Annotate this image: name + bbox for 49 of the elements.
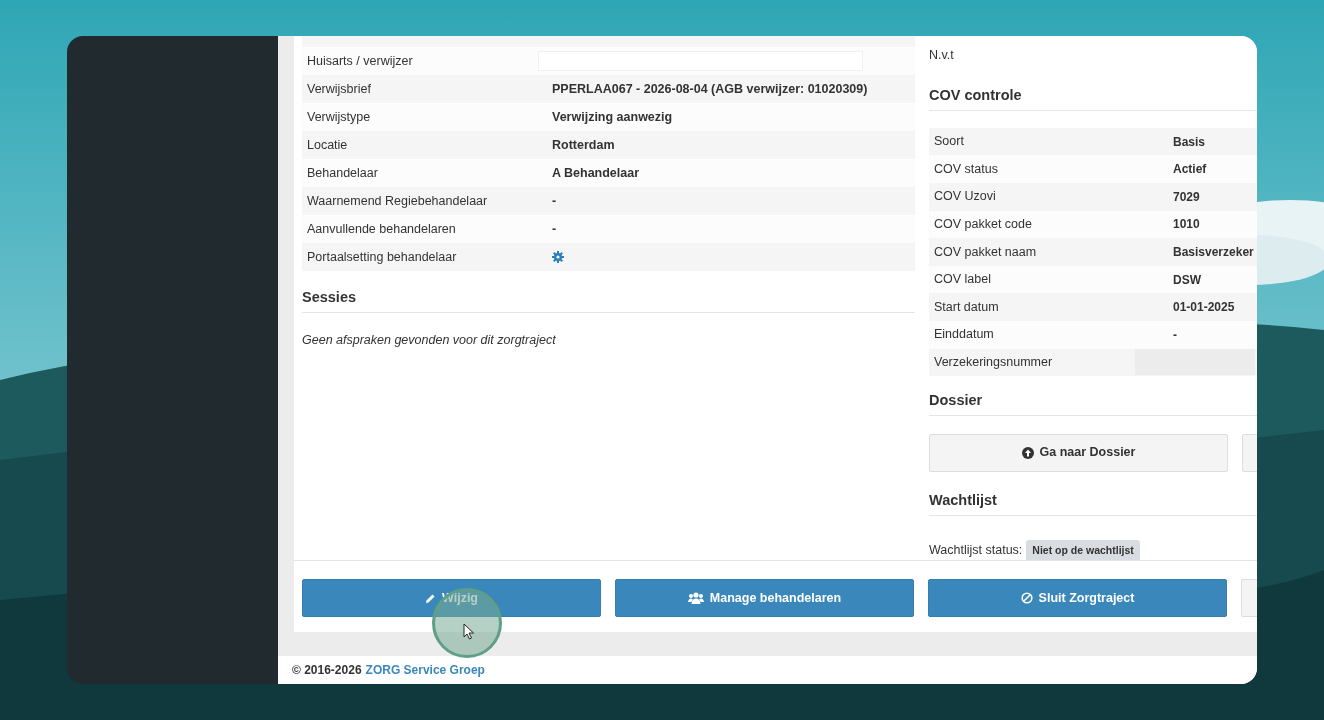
- row-label: Locatie: [306, 136, 349, 154]
- copyright-text: © 2016-2026: [292, 662, 362, 679]
- footer-link[interactable]: ZORG Service Groep: [365, 661, 485, 679]
- row-value: 7029: [1173, 188, 1200, 206]
- row-label: Verwijsbrief: [306, 80, 372, 98]
- empty-message: Geen afspraken gevonden voor dit zorgtraject: [302, 331, 557, 349]
- row-label: COV label: [933, 271, 992, 289]
- ban-icon: [1020, 592, 1033, 604]
- row-value: -: [552, 192, 557, 210]
- row-value: Rotterdam: [552, 136, 615, 154]
- action-button[interactable]: Sluit Zorgtraject: [928, 579, 1227, 617]
- row-value: -: [552, 220, 557, 238]
- row-value: DSW: [1173, 271, 1201, 289]
- section-heading: Wachtlijst: [929, 489, 1257, 516]
- action-button[interactable]: Manage behandelaren: [615, 579, 914, 617]
- row-label: Verwijstype: [306, 108, 372, 126]
- users-icon: [687, 592, 704, 604]
- status-badge: Niet op de wachtlijst: [1026, 539, 1140, 560]
- row-label: COV Uzovi: [933, 188, 997, 206]
- note-text: N.v.t: [929, 48, 954, 62]
- row-value: Actief: [1173, 161, 1207, 179]
- row-label: Start datum: [933, 298, 1000, 316]
- arrow-up-circle-icon: [1021, 446, 1034, 459]
- row-label: Aanvullende behandelaren: [306, 220, 457, 238]
- row-value: 1010: [1173, 216, 1200, 234]
- row-value: Basis: [1173, 133, 1206, 151]
- row-label: Waarnemend Regiebehandelaar: [306, 192, 489, 210]
- status-label: Wachtlijst status:: [929, 542, 1023, 560]
- section-heading: Dossier: [929, 390, 1257, 416]
- row-label: Huisarts / verwijzer: [306, 52, 414, 70]
- row-label: COV pakket naam: [933, 243, 1038, 261]
- row-label: Behandelaar: [306, 164, 379, 182]
- row-value: 01-01-2025: [1173, 299, 1235, 317]
- dossier-button[interactable]: Ga naar Dossier: [929, 433, 1228, 472]
- section-heading: Sessies: [302, 287, 915, 313]
- row-label: COV pakket code: [933, 215, 1033, 233]
- row-label: Soort: [933, 133, 965, 151]
- section-heading: COV controle: [929, 85, 1257, 111]
- row-value: -: [1173, 326, 1177, 344]
- row-value: A Behandelaar: [552, 164, 640, 182]
- pencil-icon: [425, 592, 436, 604]
- row-label: Verzekeringsnummer: [933, 353, 1054, 371]
- row-value: Basisverzeker: [1173, 243, 1254, 261]
- row-label: Portaalsetting behandelaar: [306, 248, 458, 266]
- gear-icon[interactable]: [552, 251, 564, 263]
- row-value: PPERLAA067 - 2026-08-04 (AGB verwijzer: 01020309): [552, 80, 868, 98]
- row-label: Einddatum: [933, 326, 995, 344]
- row-value: Verwijzing aanwezig: [552, 108, 673, 126]
- row-label: COV status: [933, 160, 999, 178]
